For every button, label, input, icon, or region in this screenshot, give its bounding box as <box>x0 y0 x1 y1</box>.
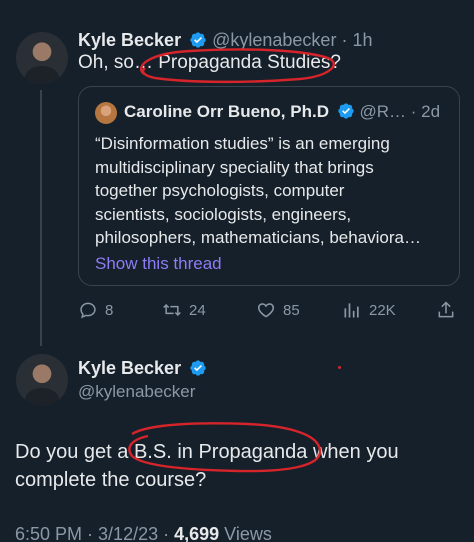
tweet-date[interactable]: 3/12/23 <box>98 524 158 542</box>
verified-badge-icon <box>190 360 206 376</box>
show-thread-link[interactable]: Show this thread <box>95 254 222 274</box>
quote-text-line: multidisciplinary speciality that brings <box>95 157 374 177</box>
views-count: 22K <box>369 301 396 319</box>
tweet-text-line: Do you get a B.S. in Propaganda when you <box>15 441 399 463</box>
quote-author-name: Caroline Orr Bueno, Ph.D <box>124 102 329 121</box>
avatar[interactable] <box>16 354 68 406</box>
quote-avatar <box>95 102 117 124</box>
tweet-time[interactable]: 1h <box>352 30 372 50</box>
verified-badge-icon <box>338 103 354 119</box>
quote-author-handle: @R… <box>359 102 406 121</box>
tweet-text-line: complete the course? <box>15 469 207 491</box>
heart-icon <box>257 303 275 318</box>
retweet-icon <box>163 303 181 317</box>
tweet-meta: 6:50 PM · 3/12/23 · 4,699 Views <box>15 524 272 542</box>
tweet-detail-page: Kyle Becker @kylenabecker · 1h Oh, so… P… <box>0 0 474 542</box>
tweet-timestamp[interactable]: 6:50 PM <box>15 524 82 542</box>
red-annotation-dot <box>338 366 341 369</box>
main-tweet-text: Do you get a B.S. in Propaganda when you… <box>15 438 465 494</box>
quoted-tweet-card[interactable]: Caroline Orr Bueno, Ph.D @R… · 2d “Disin… <box>78 86 460 286</box>
reply-button[interactable]: 8 <box>78 300 113 320</box>
author-handle[interactable]: @kylenabecker <box>212 30 336 50</box>
reply-icon <box>80 302 96 319</box>
like-count: 85 <box>283 301 300 319</box>
views-label: Views <box>224 524 272 542</box>
author-name[interactable]: Kyle Becker <box>78 358 181 378</box>
views-button[interactable]: 22K <box>342 300 396 320</box>
quote-header: Caroline Orr Bueno, Ph.D @R… · 2d <box>124 102 441 121</box>
retweet-count: 24 <box>189 301 206 319</box>
main-author: Kyle Becker <box>78 358 207 379</box>
views-total: 4,699 <box>174 524 220 542</box>
quoted-by-header: Kyle Becker @kylenabecker · 1h <box>78 30 373 50</box>
verified-badge-icon <box>190 32 206 48</box>
quote-text-line: philosophers, mathematicians, behaviora… <box>95 228 422 248</box>
tweet-text: Oh, so… Propaganda Studies? <box>78 52 342 73</box>
quote-time: 2d <box>421 102 441 121</box>
quote-text-line: “Disinformation studies” is an emerging <box>95 134 390 153</box>
quote-text: “Disinformation studies” is an emerging … <box>95 132 455 250</box>
author-handle[interactable]: @kylenabecker <box>78 382 195 402</box>
share-button[interactable] <box>436 300 456 320</box>
reply-count: 8 <box>105 301 114 319</box>
quote-text-line: scientists, sociologists, engineers, <box>95 204 352 224</box>
like-button[interactable]: 85 <box>256 300 300 320</box>
thread-connector-line <box>40 90 42 346</box>
tweet-actions-bar: 8 24 85 22K <box>76 300 460 324</box>
share-icon <box>438 301 454 318</box>
avatar[interactable] <box>16 32 68 84</box>
quote-text-line: together psychologists, computer <box>95 181 345 201</box>
retweet-button[interactable]: 24 <box>162 300 206 320</box>
author-name[interactable]: Kyle Becker <box>78 30 181 50</box>
analytics-icon <box>344 303 359 318</box>
